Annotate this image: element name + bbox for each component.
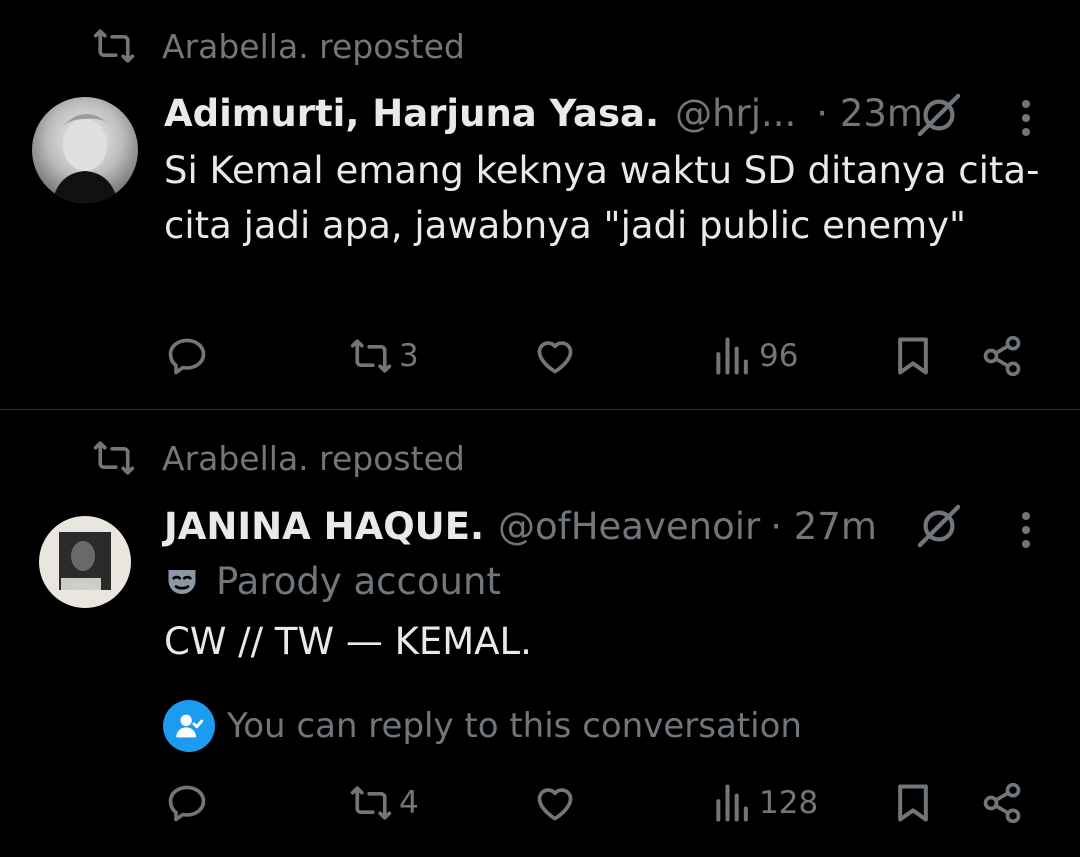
like-button[interactable]: [533, 781, 577, 825]
retweet-icon: [93, 441, 135, 475]
repost-indicator: Arabella. reposted: [92, 438, 465, 478]
verified-user-icon: [163, 700, 215, 752]
retweet-count: 4: [399, 785, 419, 821]
reply-notice-text: You can reply to this conversation: [227, 706, 802, 746]
views-icon: [716, 337, 748, 375]
share-icon: [983, 335, 1021, 377]
views-icon: [716, 784, 748, 822]
repost-label: Arabella. reposted: [162, 438, 465, 478]
mask-icon: [168, 569, 196, 594]
share-icon: [983, 782, 1021, 824]
view-count: 128: [759, 785, 819, 821]
repost-indicator: Arabella. reposted: [92, 26, 465, 66]
parody-label: Parody account: [216, 560, 501, 603]
like-icon: [537, 341, 573, 374]
reply-notice: You can reply to this conversation: [163, 700, 802, 752]
reply-icon: [168, 338, 206, 375]
handle[interactable]: @ofHeavenoir: [498, 505, 760, 548]
bookmark-icon: [898, 337, 928, 375]
repost-label: Arabella. reposted: [162, 26, 465, 66]
parody-row: Parody account: [164, 560, 501, 603]
bookmark-button[interactable]: [891, 781, 935, 825]
view-count: 96: [759, 338, 799, 374]
retweet-count: 3: [399, 338, 419, 374]
share-button[interactable]: [980, 334, 1024, 378]
avatar[interactable]: [32, 97, 138, 203]
retweet-icon: [350, 339, 392, 373]
retweet-button[interactable]: 4: [349, 781, 419, 825]
mute-icon[interactable]: [916, 503, 962, 549]
bookmark-icon: [898, 784, 928, 822]
reply-button[interactable]: [165, 781, 209, 825]
mute-icon[interactable]: [916, 92, 962, 138]
display-name[interactable]: Adimurti, Harjuna Yasa.: [164, 92, 659, 135]
share-button[interactable]: [980, 781, 1024, 825]
divider: [0, 409, 1080, 410]
reply-icon: [168, 785, 206, 822]
post-text: CW // TW — KEMAL.: [164, 620, 532, 663]
like-icon: [537, 788, 573, 821]
bookmark-button[interactable]: [891, 334, 935, 378]
more-icon[interactable]: [1020, 98, 1032, 138]
avatar[interactable]: [39, 516, 131, 608]
timestamp[interactable]: · 27m: [770, 505, 877, 548]
more-icon[interactable]: [1020, 510, 1032, 550]
retweet-button[interactable]: 3: [349, 334, 419, 378]
timestamp[interactable]: · 23m: [816, 92, 923, 135]
views-button[interactable]: 96: [711, 334, 798, 378]
post-text: Si Kemal emang keknya waktu SD ditanya c…: [164, 149, 1040, 247]
retweet-icon: [93, 29, 135, 63]
retweet-icon: [350, 786, 392, 820]
reply-button[interactable]: [165, 334, 209, 378]
display-name[interactable]: JANINA HAQUE.: [164, 505, 484, 548]
like-button[interactable]: [533, 334, 577, 378]
handle[interactable]: @hrj...: [675, 92, 796, 135]
views-button[interactable]: 128: [711, 781, 818, 825]
